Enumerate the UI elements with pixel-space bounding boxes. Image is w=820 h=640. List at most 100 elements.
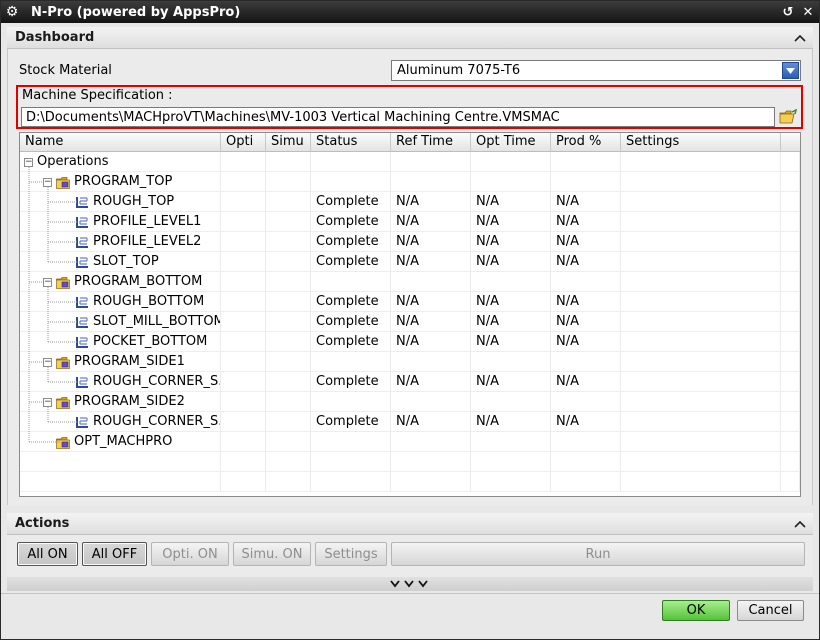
settings-cell[interactable] [621,212,781,232]
opti-cell[interactable] [221,332,266,352]
chevron-down-icon[interactable] [389,578,431,591]
extra-cell [781,412,800,432]
simu-cell[interactable] [266,392,311,412]
expand-more-strip[interactable] [7,577,813,591]
simu-cell[interactable] [266,432,311,452]
opti-on-button[interactable]: Opti. ON [151,542,229,566]
simu-cell[interactable] [266,332,311,352]
empty-cell [551,472,621,492]
opt-time-cell [471,272,551,292]
settings-cell[interactable] [621,232,781,252]
close-icon[interactable]: ✕ [799,3,817,21]
settings-cell[interactable] [621,192,781,212]
column-status[interactable]: Status [311,133,391,152]
settings-cell[interactable] [621,392,781,412]
status-cell [311,392,391,412]
column-settings[interactable]: Settings [621,133,781,152]
column-extra [781,133,800,152]
settings-cell[interactable] [621,332,781,352]
extra-cell [781,192,800,212]
ref-time-cell: N/A [391,372,471,392]
settings-cell[interactable] [621,292,781,312]
opti-cell[interactable] [221,352,266,372]
column-simu[interactable]: Simu [266,133,311,152]
prod-percent-cell [551,172,621,192]
settings-cell[interactable] [621,352,781,372]
simu-cell[interactable] [266,372,311,392]
extra-cell [781,312,800,332]
empty-cell [471,452,551,472]
actions-title: Actions [15,516,70,531]
simu-cell[interactable] [266,412,311,432]
prod-percent-cell [551,352,621,372]
settings-cell[interactable] [621,312,781,332]
opt-time-cell: N/A [471,372,551,392]
collapse-actions-icon[interactable] [791,515,809,533]
settings-button[interactable]: Settings [315,542,387,566]
simu-cell[interactable] [266,192,311,212]
opti-cell[interactable] [221,272,266,292]
settings-cell[interactable] [621,372,781,392]
machine-spec-group: Machine Specification : D:\Documents\MAC… [16,85,803,129]
cancel-button[interactable]: Cancel [737,600,804,621]
opti-cell[interactable] [221,292,266,312]
simu-cell[interactable] [266,172,311,192]
opti-cell[interactable] [221,152,266,172]
status-cell: Complete [311,192,391,212]
column-opt-time[interactable]: Opt Time [471,133,551,152]
opti-cell[interactable] [221,412,266,432]
window-title: N-Pro (powered by AppsPro) [31,4,241,20]
machine-spec-path-field[interactable]: D:\Documents\MACHproVT\Machines\MV-1003 … [21,107,775,127]
extra-cell [781,252,800,272]
simu-cell[interactable] [266,272,311,292]
stock-material-select[interactable]: Aluminum 7075-T6 [391,60,801,81]
dashboard-header[interactable]: Dashboard [7,27,813,49]
settings-cell[interactable] [621,432,781,452]
status-cell: Complete [311,292,391,312]
opti-cell[interactable] [221,232,266,252]
prod-percent-cell [551,432,621,452]
title-bar[interactable]: ⚙ N-Pro (powered by AppsPro) ↺ ✕ [1,1,819,23]
dropdown-arrow-icon[interactable] [782,62,799,79]
settings-cell[interactable] [621,152,781,172]
simu-cell[interactable] [266,212,311,232]
extra-cell [781,332,800,352]
simu-cell[interactable] [266,152,311,172]
open-folder-icon[interactable] [778,107,798,127]
opti-cell[interactable] [221,392,266,412]
simu-cell[interactable] [266,252,311,272]
column-opti[interactable]: Opti [221,133,266,152]
settings-cell[interactable] [621,252,781,272]
ref-time-cell [391,392,471,412]
simu-cell[interactable] [266,232,311,252]
empty-cell [311,452,391,472]
gear-icon[interactable]: ⚙ [1,1,23,23]
settings-cell[interactable] [621,272,781,292]
settings-cell[interactable] [621,172,781,192]
collapse-dashboard-icon[interactable] [791,29,809,47]
all-off-button[interactable]: All OFF [82,542,147,566]
run-button[interactable]: Run [391,542,805,566]
opti-cell[interactable] [221,312,266,332]
column-ref-time[interactable]: Ref Time [391,133,471,152]
simu-cell[interactable] [266,352,311,372]
simu-on-button[interactable]: Simu. ON [233,542,311,566]
opti-cell[interactable] [221,252,266,272]
simu-cell[interactable] [266,292,311,312]
prod-percent-cell: N/A [551,412,621,432]
ok-button[interactable]: OK [662,600,730,621]
opti-cell[interactable] [221,192,266,212]
all-on-button[interactable]: All ON [17,542,78,566]
opti-cell[interactable] [221,212,266,232]
actions-header[interactable]: Actions [7,513,813,535]
opti-cell[interactable] [221,372,266,392]
reset-icon[interactable]: ↺ [779,3,797,21]
simu-cell[interactable] [266,312,311,332]
opti-cell[interactable] [221,172,266,192]
opt-time-cell [471,352,551,372]
column-prod-percent[interactable]: Prod % [551,133,621,152]
opti-cell[interactable] [221,432,266,452]
empty-cell [391,452,471,472]
settings-cell[interactable] [621,412,781,432]
empty-cell [221,452,266,472]
